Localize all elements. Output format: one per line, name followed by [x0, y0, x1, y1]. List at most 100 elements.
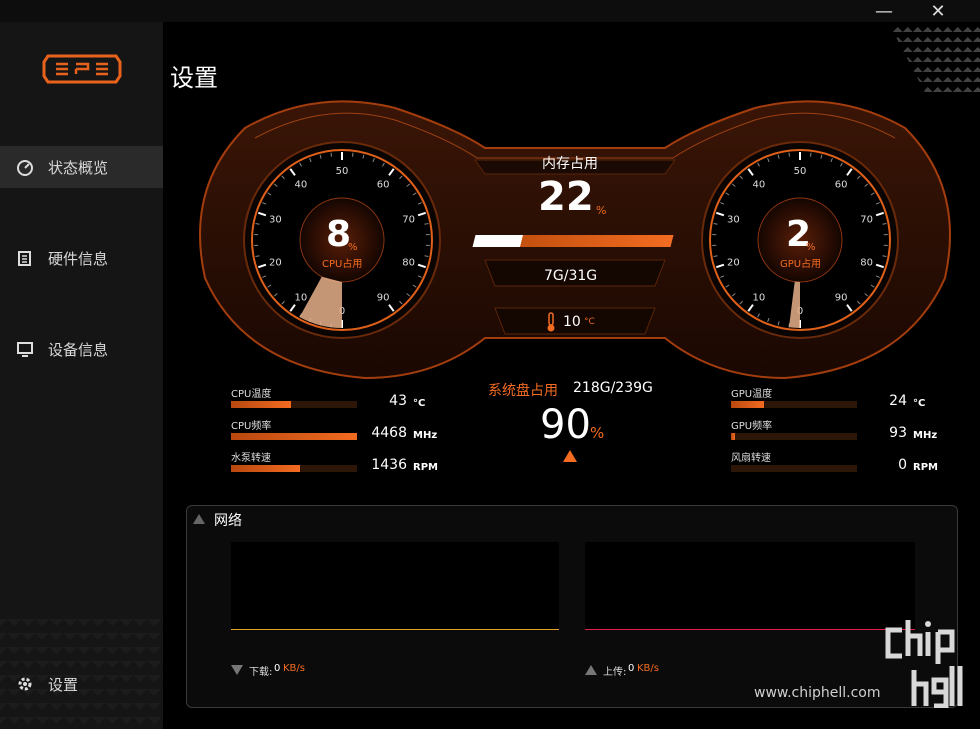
- watermark-url: www.chiphell.com: [754, 685, 881, 701]
- stat-value: 24: [889, 393, 907, 409]
- sidebar-item-hardware[interactable]: 硬件信息: [0, 237, 163, 279]
- gauge-tick-label: 90: [377, 293, 390, 304]
- cpu-usage-label: CPU占用: [322, 259, 363, 270]
- stat-label: GPU温度: [731, 389, 773, 400]
- stat-value: 0: [898, 457, 907, 473]
- sidebar: 状态概览 硬件信息 设备信息 设置: [0, 22, 163, 729]
- stat-unit: °C: [913, 398, 926, 409]
- gauge-tick-label: 60: [835, 179, 848, 190]
- stat-unit: MHz: [913, 430, 938, 441]
- stat-unit: RPM: [913, 462, 938, 473]
- close-button[interactable]: ✕: [926, 2, 950, 22]
- stat-unit: °C: [413, 398, 426, 409]
- sidebar-item-device[interactable]: 设备信息: [0, 328, 163, 370]
- gear-icon: [18, 677, 32, 691]
- dashboard-icon: [17, 160, 33, 176]
- gauge-minor-tick: [352, 152, 354, 157]
- gauge-minor-tick: [330, 152, 332, 157]
- cpe-logo: [42, 54, 122, 84]
- stat-bar: [231, 433, 357, 440]
- sidebar-item-settings[interactable]: 设置: [0, 663, 163, 705]
- stat-bar: [231, 401, 357, 408]
- stat-bar: [731, 433, 857, 440]
- network-title: 网络: [214, 513, 242, 529]
- gauge-tick-label: 30: [727, 214, 740, 225]
- memory-value: 22: [538, 174, 594, 220]
- download-value: 0: [274, 663, 281, 674]
- stat-bar: [231, 465, 357, 472]
- stat-label: 风扇转速: [731, 453, 771, 464]
- sidebar-item-label: 状态概览: [48, 158, 109, 177]
- sidebar-item-label: 硬件信息: [48, 249, 109, 268]
- up-arrow-icon: [563, 450, 577, 462]
- stat-label: CPU频率: [231, 421, 272, 432]
- memory-bar-track: [472, 235, 674, 247]
- gauge-tick-label: 40: [294, 179, 307, 190]
- temperature-value: 10: [563, 314, 581, 330]
- stat-label: 水泵转速: [231, 453, 271, 464]
- upload-label: 上传:: [603, 667, 627, 678]
- stat-value: 43: [389, 393, 407, 409]
- download-graph: [231, 542, 559, 630]
- gauge-tick-label: 90: [835, 293, 848, 304]
- stat-unit: RPM: [413, 462, 438, 473]
- stat-bar-fill: [731, 401, 764, 408]
- upload-value: 0: [628, 663, 635, 674]
- memory-bar: [472, 233, 674, 249]
- stat-bar: [731, 465, 857, 472]
- sidebar-item-status[interactable]: 状态概览: [0, 146, 163, 188]
- stat-unit: MHz: [413, 430, 438, 441]
- stat-bar: [731, 401, 857, 408]
- network-panel: 网络 下载: 0 KB/s 上传: 0 KB/s: [186, 505, 958, 708]
- upload-arrow-icon: [585, 665, 597, 675]
- thermometer-icon: [547, 312, 555, 332]
- gauge-minor-tick: [810, 152, 812, 157]
- title-bar: [0, 0, 980, 22]
- gauge-tick-label: 10: [752, 293, 765, 304]
- gauge-tick-label: 20: [727, 258, 740, 269]
- stat-label: GPU频率: [731, 421, 773, 432]
- disk-usage: 218G/239G: [573, 380, 653, 396]
- stat-value: 93: [889, 425, 907, 441]
- upload-unit: KB/s: [637, 663, 659, 674]
- gauge-tick-label: 20: [269, 258, 282, 269]
- stat-bar-fill: [731, 433, 735, 440]
- gauge-tick-label: 80: [860, 258, 873, 269]
- collapse-icon[interactable]: [193, 514, 205, 524]
- hardware-icon: [18, 251, 31, 266]
- gauge-tick-label: 40: [752, 179, 765, 190]
- stat-bar-fill: [231, 401, 292, 408]
- upload-line: [585, 629, 915, 630]
- disk-title: 系统盘占用: [488, 383, 558, 399]
- corner-pattern: [888, 22, 980, 92]
- gauge-tick-label: 50: [794, 166, 807, 177]
- download-unit: KB/s: [283, 663, 305, 674]
- stat-bar-fill: [231, 433, 357, 440]
- minimize-button[interactable]: —: [872, 2, 896, 22]
- download-arrow-icon: [231, 665, 243, 675]
- gauge-tick-label: 80: [402, 258, 415, 269]
- upload-graph: [585, 542, 915, 630]
- gpu-usage-label: GPU占用: [780, 259, 822, 270]
- gpu-usage-unit: %: [806, 242, 816, 253]
- stat-label: CPU温度: [231, 389, 272, 400]
- memory-title: 内存占用: [542, 156, 598, 172]
- stat-value: 4468: [371, 425, 407, 441]
- cpu-usage-unit: %: [348, 242, 358, 253]
- gauge-tick-label: 10: [294, 293, 307, 304]
- gauge-tick-label: 70: [402, 214, 415, 225]
- gauge-tick-label: 30: [269, 214, 282, 225]
- stat-bar-fill: [231, 465, 301, 472]
- temperature-unit: °C: [584, 317, 595, 327]
- download-line: [231, 629, 559, 630]
- gauge-tick-label: 60: [377, 179, 390, 190]
- gauge-tick-label: 50: [336, 166, 349, 177]
- chiphell-logo: [885, 620, 963, 708]
- gauge-tick-label: 70: [860, 214, 873, 225]
- disk-value: 90: [540, 402, 591, 448]
- stat-value: 1436: [371, 457, 407, 473]
- memory-usage: 7G/31G: [544, 268, 598, 284]
- monitor-icon: [17, 342, 33, 357]
- disk-unit: %: [590, 424, 605, 442]
- sidebar-item-label: 设备信息: [48, 340, 109, 359]
